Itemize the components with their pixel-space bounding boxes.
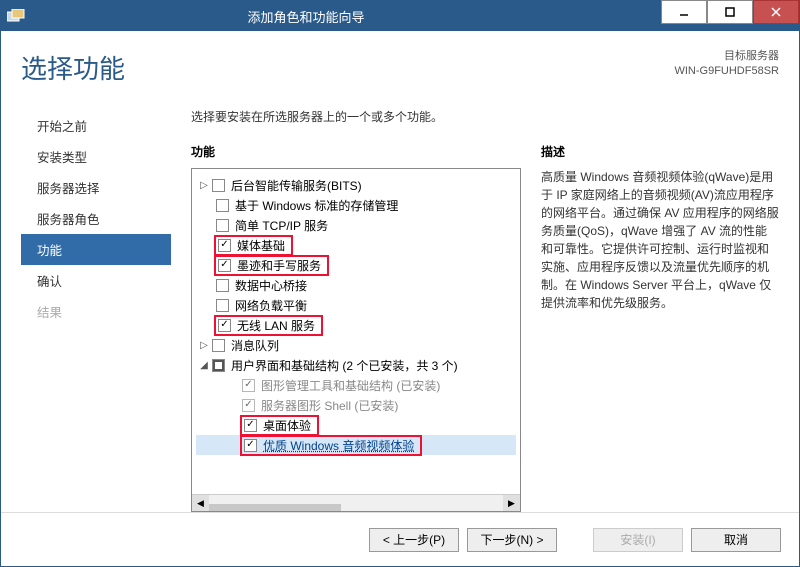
tree-item-label: 数据中心桥接	[235, 277, 307, 294]
tree-item-label: 后台智能传输服务(BITS)	[231, 177, 362, 194]
checkbox	[242, 399, 255, 412]
columns: 功能 ▷ 后台智能传输服务(BITS) 基于 Windows 标准的存储管理简单 T…	[191, 143, 779, 512]
checkbox[interactable]	[212, 359, 225, 372]
highlight-box: 媒体基础	[214, 235, 293, 256]
tree-row[interactable]: 墨迹和手写服务	[196, 255, 516, 275]
tree-row[interactable]: 优质 Windows 音频视频体验	[196, 435, 516, 455]
tree-item-label: 服务器图形 Shell (已安装)	[261, 397, 398, 414]
cancel-button[interactable]: 取消	[691, 528, 781, 552]
checkbox[interactable]	[244, 419, 257, 432]
sidebar-item-3[interactable]: 服务器角色	[21, 203, 171, 234]
tree-item-label: 基于 Windows 标准的存储管理	[235, 197, 398, 214]
tree-row[interactable]: 媒体基础	[196, 235, 516, 255]
tree-row[interactable]: ◢ 用户界面和基础结构 (2 个已安装，共 3 个)	[196, 355, 516, 375]
features-tree[interactable]: ▷ 后台智能传输服务(BITS) 基于 Windows 标准的存储管理简单 TCP/…	[192, 169, 520, 494]
tree-item-label: 消息队列	[231, 337, 279, 354]
features-label: 功能	[191, 143, 521, 160]
description-column: 描述 高质量 Windows 音频视频体验(qWave)是用于 IP 家庭网络上…	[541, 143, 779, 512]
checkbox[interactable]	[218, 239, 231, 252]
highlight-box: 优质 Windows 音频视频体验	[240, 435, 422, 456]
highlight-box: 墨迹和手写服务	[214, 255, 329, 276]
page-title: 选择功能	[21, 49, 125, 86]
tree-item-label: 墨迹和手写服务	[237, 257, 321, 274]
checkbox[interactable]	[244, 439, 257, 452]
checkbox[interactable]	[212, 339, 225, 352]
sidebar-item-5[interactable]: 确认	[21, 265, 171, 296]
minimize-button[interactable]	[661, 0, 707, 24]
tree-row[interactable]: 基于 Windows 标准的存储管理	[196, 195, 516, 215]
checkbox[interactable]	[218, 259, 231, 272]
body: 开始之前安装类型服务器选择服务器角色功能确认结果 选择要安装在所选服务器上的一个…	[21, 108, 779, 512]
maximize-button[interactable]	[707, 0, 753, 24]
scroll-thumb[interactable]	[209, 504, 341, 512]
checkbox	[242, 379, 255, 392]
instruction: 选择要安装在所选服务器上的一个或多个功能。	[191, 108, 779, 125]
tree-item-label: 图形管理工具和基础结构 (已安装)	[261, 377, 440, 394]
target-label: 目标服务器	[674, 49, 779, 64]
tree-item-label: 用户界面和基础结构 (2 个已安装，共 3 个)	[231, 357, 458, 374]
tree-item-label: 网络负载平衡	[235, 297, 307, 314]
highlight-box: 无线 LAN 服务	[214, 315, 323, 336]
tree-container: ▷ 后台智能传输服务(BITS) 基于 Windows 标准的存储管理简单 TCP/…	[191, 168, 521, 512]
tree-row: 图形管理工具和基础结构 (已安装)	[196, 375, 516, 395]
window-title: 添加角色和功能向导	[0, 7, 661, 26]
expand-icon[interactable]: ▷	[198, 340, 210, 351]
highlight-box: 桌面体验	[240, 415, 319, 436]
content-area: 选择功能 目标服务器 WIN-G9FUHDF58SR 开始之前安装类型服务器选择…	[1, 31, 799, 512]
tree-item-label: 简单 TCP/IP 服务	[235, 217, 328, 234]
sidebar-item-2[interactable]: 服务器选择	[21, 172, 171, 203]
wizard-window: 添加角色和功能向导 选择功能 目标服务器 WIN-G9FUHDF58SR 开始之…	[0, 0, 800, 567]
scroll-left-arrow[interactable]: ◀	[192, 495, 209, 512]
main-panel: 选择要安装在所选服务器上的一个或多个功能。 功能 ▷ 后台智能传输服务(BITS)…	[171, 108, 779, 512]
sidebar-item-4[interactable]: 功能	[21, 234, 171, 265]
sidebar-item-1[interactable]: 安装类型	[21, 141, 171, 172]
tree-row[interactable]: ▷ 后台智能传输服务(BITS)	[196, 175, 516, 195]
checkbox[interactable]	[216, 199, 229, 212]
features-column: 功能 ▷ 后台智能传输服务(BITS) 基于 Windows 标准的存储管理简单 T…	[191, 143, 521, 512]
footer: < 上一步(P) 下一步(N) > 安装(I) 取消	[1, 512, 799, 566]
sidebar-item-0[interactable]: 开始之前	[21, 110, 171, 141]
next-button[interactable]: 下一步(N) >	[467, 528, 557, 552]
previous-button[interactable]: < 上一步(P)	[369, 528, 459, 552]
checkbox[interactable]	[216, 299, 229, 312]
checkbox[interactable]	[216, 279, 229, 292]
tree-item-label: 优质 Windows 音频视频体验	[263, 437, 414, 454]
scroll-right-arrow[interactable]: ▶	[503, 495, 520, 512]
tree-row: 服务器图形 Shell (已安装)	[196, 395, 516, 415]
horizontal-scrollbar[interactable]: ◀ ▶	[192, 494, 520, 511]
expand-icon[interactable]: ▷	[198, 180, 210, 191]
titlebar: 添加角色和功能向导	[1, 1, 799, 31]
tree-row[interactable]: 数据中心桥接	[196, 275, 516, 295]
tree-row[interactable]: 网络负载平衡	[196, 295, 516, 315]
target-value: WIN-G9FUHDF58SR	[674, 64, 779, 79]
close-button[interactable]	[753, 0, 799, 24]
checkbox[interactable]	[218, 319, 231, 332]
sidebar-item-6: 结果	[21, 296, 171, 327]
description-text: 高质量 Windows 音频视频体验(qWave)是用于 IP 家庭网络上的音频…	[541, 168, 779, 312]
checkbox[interactable]	[216, 219, 229, 232]
checkbox[interactable]	[212, 179, 225, 192]
description-label: 描述	[541, 143, 779, 160]
tree-row[interactable]: ▷ 消息队列	[196, 335, 516, 355]
tree-row[interactable]: 简单 TCP/IP 服务	[196, 215, 516, 235]
tree-item-label: 桌面体验	[263, 417, 311, 434]
tree-item-label: 无线 LAN 服务	[237, 317, 315, 334]
titlebar-buttons	[661, 1, 799, 31]
tree-item-label: 媒体基础	[237, 237, 285, 254]
expand-icon[interactable]: ◢	[198, 360, 210, 371]
install-button: 安装(I)	[593, 528, 683, 552]
tree-row[interactable]: 无线 LAN 服务	[196, 315, 516, 335]
target-server: 目标服务器 WIN-G9FUHDF58SR	[674, 49, 779, 80]
sidebar: 开始之前安装类型服务器选择服务器角色功能确认结果	[21, 108, 171, 512]
tree-row[interactable]: 桌面体验	[196, 415, 516, 435]
header: 选择功能 目标服务器 WIN-G9FUHDF58SR	[21, 49, 779, 86]
